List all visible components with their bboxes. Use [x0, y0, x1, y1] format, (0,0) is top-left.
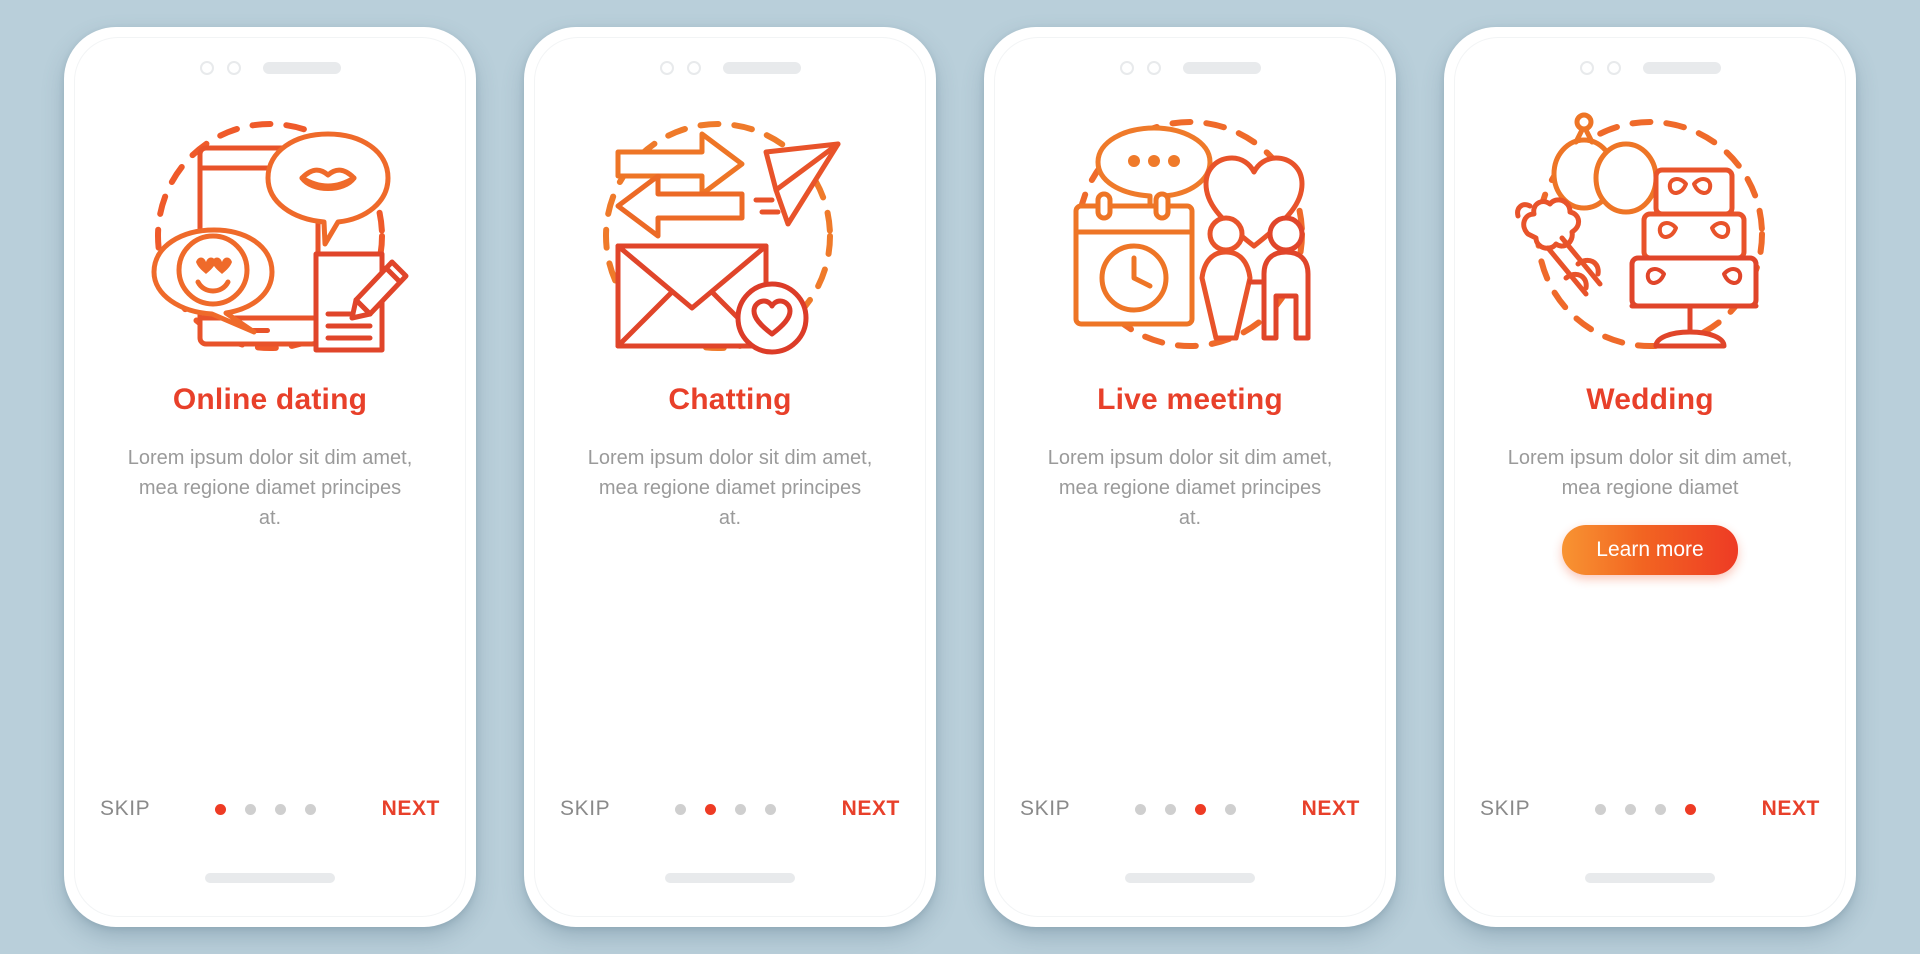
pagination-dot-3[interactable] — [735, 803, 747, 815]
next-button[interactable]: NEXT — [1302, 797, 1360, 821]
screen-description: Lorem ipsum dolor sit dim amet, mea regi… — [127, 447, 413, 529]
screen-wedding: Wedding Lorem ipsum dolor sit dim amet, … — [1454, 37, 1846, 917]
screen-description: Lorem ipsum dolor sit dim amet, mea regi… — [1507, 447, 1793, 499]
screen-online-dating: Online dating Lorem ipsum dolor sit dim … — [74, 37, 466, 917]
onboarding-nav: SKIP NEXT — [74, 797, 466, 821]
camera-icon — [1146, 61, 1161, 75]
onboarding-nav: SKIP NEXT — [1454, 797, 1846, 821]
speaker-bar — [722, 62, 801, 74]
screen-description: Lorem ipsum dolor sit dim amet, mea regi… — [587, 447, 873, 529]
pagination-dot-2[interactable] — [1625, 803, 1637, 815]
screen-title: Wedding — [1586, 383, 1714, 416]
camera-icon — [686, 61, 701, 75]
pagination-dot-4[interactable] — [765, 803, 777, 815]
pagination-dots — [1530, 803, 1761, 815]
pagination-dot-3[interactable] — [1655, 803, 1667, 815]
home-indicator — [665, 873, 795, 883]
screen-description: Lorem ipsum dolor sit dim amet, mea regi… — [1047, 447, 1333, 529]
skip-button[interactable]: SKIP — [1020, 797, 1070, 821]
learn-more-button[interactable]: Learn more — [1562, 525, 1738, 575]
onboarding-screens-stage: Online dating Lorem ipsum dolor sit dim … — [0, 0, 1920, 954]
home-indicator — [205, 873, 335, 883]
pagination-dots — [150, 803, 381, 815]
phone-mockup-wedding: Wedding Lorem ipsum dolor sit dim amet, … — [1444, 27, 1856, 927]
pagination-dot-1[interactable] — [215, 803, 227, 815]
pagination-dot-2[interactable] — [705, 803, 717, 815]
pagination-dots — [610, 803, 841, 815]
pagination-dot-4[interactable] — [1225, 803, 1237, 815]
speaker-bar — [1642, 62, 1721, 74]
pagination-dot-4[interactable] — [305, 803, 317, 815]
pagination-dot-1[interactable] — [675, 803, 687, 815]
skip-button[interactable]: SKIP — [560, 797, 610, 821]
pagination-dots — [1070, 803, 1301, 815]
phone-notch — [1579, 59, 1721, 77]
screen-live-meeting: Live meeting Lorem ipsum dolor sit dim a… — [994, 37, 1386, 917]
phone-mockup-live-meeting: Live meeting Lorem ipsum dolor sit dim a… — [984, 27, 1396, 927]
skip-button[interactable]: SKIP — [100, 797, 150, 821]
phone-notch — [1119, 59, 1261, 77]
pagination-dot-2[interactable] — [245, 803, 257, 815]
screen-chatting: Chatting Lorem ipsum dolor sit dim amet,… — [534, 37, 926, 917]
home-indicator — [1125, 873, 1255, 883]
pagination-dot-4[interactable] — [1685, 803, 1697, 815]
pagination-dot-1[interactable] — [1135, 803, 1147, 815]
speaker-bar — [262, 62, 341, 74]
home-indicator — [1585, 873, 1715, 883]
camera-icon — [226, 61, 241, 75]
sensor-icon — [199, 61, 214, 75]
phone-mockup-online-dating: Online dating Lorem ipsum dolor sit dim … — [64, 27, 476, 927]
next-button[interactable]: NEXT — [842, 797, 900, 821]
speaker-bar — [1182, 62, 1261, 74]
sensor-icon — [1119, 61, 1134, 75]
onboarding-nav: SKIP NEXT — [994, 797, 1386, 821]
pagination-dot-3[interactable] — [275, 803, 287, 815]
sensor-icon — [1579, 61, 1594, 75]
next-button[interactable]: NEXT — [1762, 797, 1820, 821]
onboarding-nav: SKIP NEXT — [534, 797, 926, 821]
screen-title: Live meeting — [1097, 383, 1283, 416]
screen-title: Chatting — [668, 383, 792, 416]
screen-title: Online dating — [172, 383, 368, 416]
next-button[interactable]: NEXT — [382, 797, 440, 821]
pagination-dot-3[interactable] — [1195, 803, 1207, 815]
illustration-wedding — [1500, 103, 1800, 373]
pagination-dot-1[interactable] — [1595, 803, 1607, 815]
phone-mockup-chatting: Chatting Lorem ipsum dolor sit dim amet,… — [524, 27, 936, 927]
camera-icon — [1606, 61, 1621, 75]
skip-button[interactable]: SKIP — [1480, 797, 1530, 821]
illustration-live-meeting — [1040, 103, 1340, 373]
illustration-online-dating — [120, 103, 420, 373]
phone-notch — [659, 59, 801, 77]
pagination-dot-2[interactable] — [1165, 803, 1177, 815]
phone-notch — [199, 59, 341, 77]
illustration-chatting — [580, 103, 880, 373]
sensor-icon — [659, 61, 674, 75]
